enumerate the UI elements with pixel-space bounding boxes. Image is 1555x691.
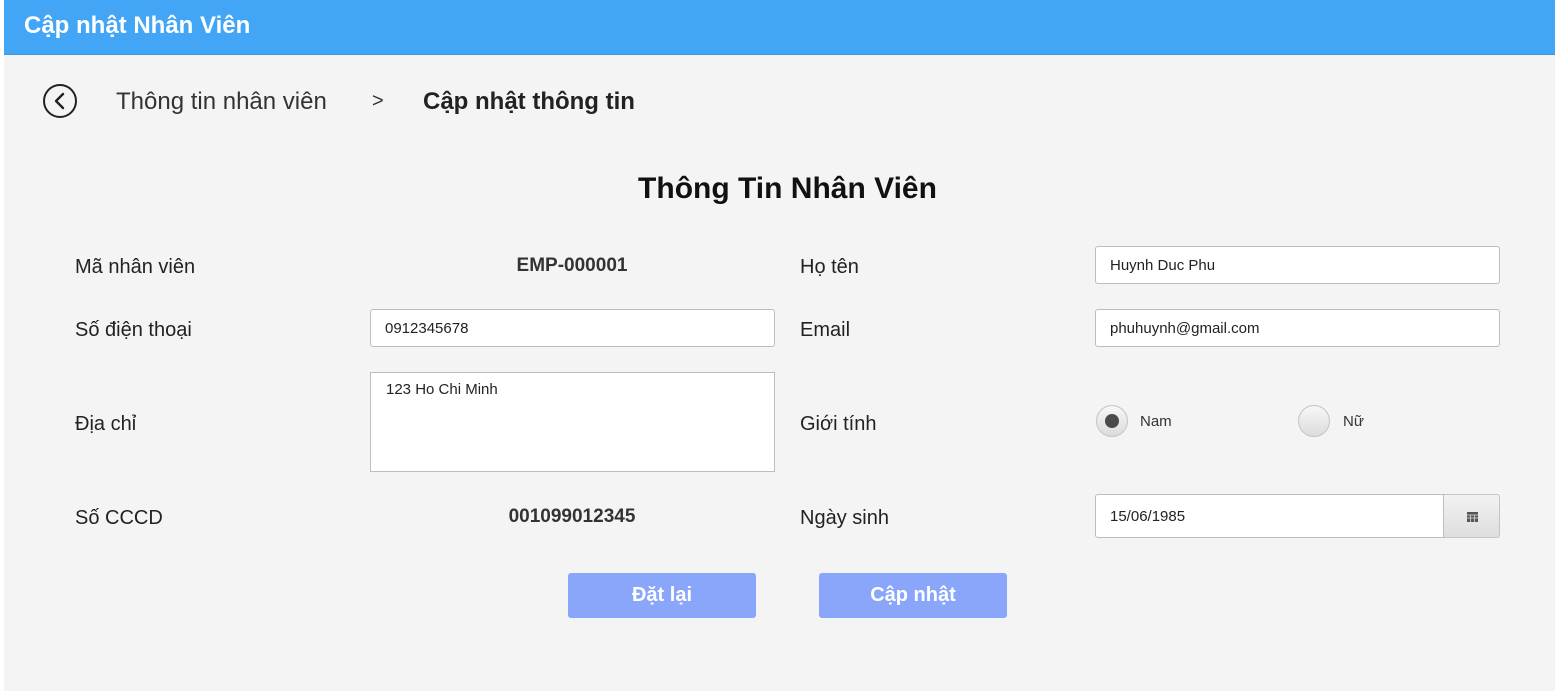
address-textarea[interactable]: 123 Ho Chi Minh — [370, 372, 775, 472]
gender-radio-male[interactable] — [1096, 405, 1128, 437]
chevron-left-icon — [54, 92, 65, 110]
back-button[interactable] — [43, 84, 77, 118]
date-picker-button[interactable] — [1444, 494, 1500, 538]
phone-label: Số điện thoại — [75, 319, 192, 341]
id-card-value: 001099012345 — [508, 506, 636, 527]
dob-input[interactable] — [1095, 494, 1444, 538]
full-name-label: Họ tên — [800, 256, 859, 278]
form-title: Thông Tin Nhân Viên — [638, 172, 937, 205]
gender-radio-female[interactable] — [1298, 405, 1330, 437]
email-label: Email — [800, 319, 851, 341]
gender-label-female[interactable]: Nữ — [1343, 413, 1364, 430]
app-window: Cập nhật Nhân Viên Thông tin nhân viên >… — [4, 0, 1555, 691]
title-bar: Cập nhật Nhân Viên — [4, 0, 1555, 55]
id-card-label: Số CCCD — [75, 507, 163, 529]
gender-label-male[interactable]: Nam — [1140, 413, 1172, 430]
breadcrumb-parent[interactable]: Thông tin nhân viên — [116, 88, 327, 116]
radio-selected-dot — [1105, 414, 1119, 428]
reset-button[interactable]: Đặt lại — [568, 573, 756, 618]
gender-label: Giới tính — [800, 413, 877, 435]
calendar-icon — [1467, 512, 1478, 522]
full-name-input[interactable] — [1095, 246, 1500, 284]
employee-id-value: EMP-000001 — [516, 255, 628, 276]
address-label: Địa chỉ — [75, 413, 137, 435]
email-input[interactable] — [1095, 309, 1500, 347]
dob-label: Ngày sinh — [800, 507, 889, 529]
window-title: Cập nhật Nhân Viên — [24, 12, 251, 39]
employee-id-label: Mã nhân viên — [75, 256, 196, 278]
breadcrumb-current: Cập nhật thông tin — [423, 88, 635, 115]
breadcrumb-separator: > — [372, 90, 384, 112]
phone-input[interactable] — [370, 309, 775, 347]
update-button[interactable]: Cập nhật — [819, 573, 1007, 618]
